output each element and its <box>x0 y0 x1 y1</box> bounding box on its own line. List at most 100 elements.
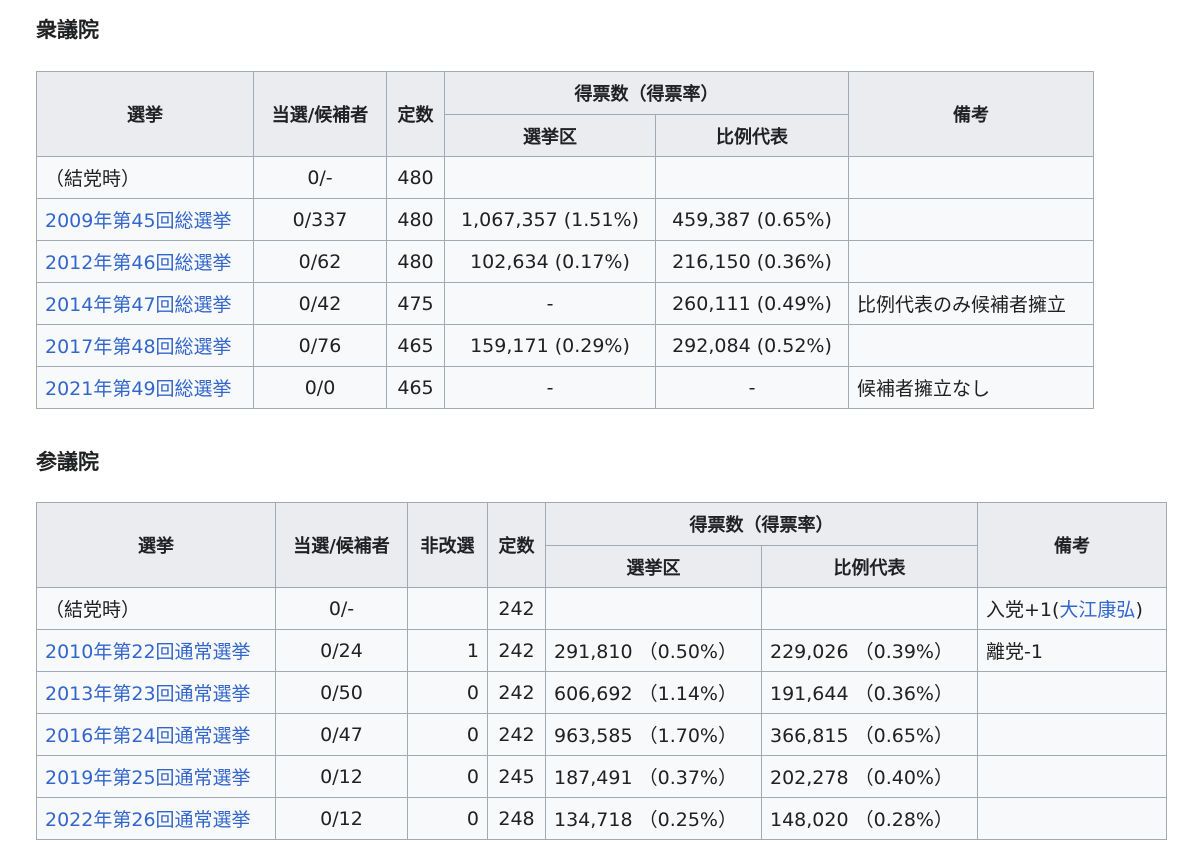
election-link[interactable]: 2012年第46回総選挙 <box>45 252 232 274</box>
election-cell: 2013年第23回通常選挙 <box>36 671 276 714</box>
notes-suffix: ) <box>1135 599 1143 621</box>
notes-cell <box>848 324 1094 367</box>
election-cell: 2022年第26回通常選挙 <box>36 797 276 840</box>
elected-cell: 0/- <box>275 587 408 630</box>
notes-cell <box>977 797 1167 840</box>
table-row: 2013年第23回通常選挙 0/50 0 242 606,692 （1.14%）… <box>36 671 1167 714</box>
notes-cell <box>848 198 1094 241</box>
non-up-cell <box>407 587 488 630</box>
section-title-shugiin: 衆議院 <box>36 18 99 42</box>
district-votes-cell: 606,692 （1.14%） <box>545 671 762 714</box>
elected-cell: 0/337 <box>253 198 387 241</box>
header-elected-candidates: 当選/候補者 <box>253 71 387 157</box>
district-votes-cell: - <box>444 282 656 325</box>
elected-cell: 0/42 <box>253 282 387 325</box>
district-votes-cell: 291,810 （0.50%） <box>545 629 762 672</box>
election-cell: 2009年第45回総選挙 <box>36 198 254 241</box>
table-row: 2009年第45回総選挙 0/337 480 1,067,357 (1.51%)… <box>36 198 1094 241</box>
table-row: 2017年第48回総選挙 0/76 465 159,171 (0.29%) 29… <box>36 324 1094 367</box>
district-votes-cell <box>545 587 762 630</box>
pr-votes-cell: 229,026 （0.39%） <box>761 629 978 672</box>
notes-cell <box>977 671 1167 714</box>
non-up-cell: 0 <box>407 755 488 798</box>
pr-votes-cell <box>655 156 849 199</box>
pr-votes-cell: 459,387 (0.65%) <box>655 198 849 241</box>
header-elected-candidates: 当選/候補者 <box>275 502 408 588</box>
election-cell: 2021年第49回総選挙 <box>36 366 254 409</box>
header-district: 選挙区 <box>545 545 762 588</box>
elected-cell: 0/76 <box>253 324 387 367</box>
election-cell: 2016年第24回通常選挙 <box>36 713 276 756</box>
elected-cell: 0/12 <box>275 797 408 840</box>
seats-cell: 465 <box>386 366 445 409</box>
pr-votes-cell: 202,278 （0.40%） <box>761 755 978 798</box>
elected-cell: 0/0 <box>253 366 387 409</box>
table-row: 2010年第22回通常選挙 0/24 1 242 291,810 （0.50%）… <box>36 629 1167 672</box>
seats-cell: 465 <box>386 324 445 367</box>
seats-cell: 242 <box>487 713 546 756</box>
district-votes-cell: 187,491 （0.37%） <box>545 755 762 798</box>
district-votes-cell: 134,718 （0.25%） <box>545 797 762 840</box>
election-link[interactable]: 2009年第45回総選挙 <box>45 210 232 232</box>
shugiin-results-table: 選挙 当選/候補者 定数 得票数（得票率） 備考 選挙区 比例代表 （結党時） … <box>36 71 1094 409</box>
election-cell: 2010年第22回通常選挙 <box>36 629 276 672</box>
election-cell: 2017年第48回総選挙 <box>36 324 254 367</box>
district-votes-cell <box>444 156 656 199</box>
election-link[interactable]: 2022年第26回通常選挙 <box>45 809 251 831</box>
seats-cell: 242 <box>487 671 546 714</box>
header-non-up: 非改選 <box>407 502 488 588</box>
notes-cell: 候補者擁立なし <box>848 366 1094 409</box>
seats-cell: 242 <box>487 587 546 630</box>
notes-cell <box>977 755 1167 798</box>
election-cell: 2019年第25回通常選挙 <box>36 755 276 798</box>
election-cell: （結党時） <box>36 587 276 630</box>
header-district: 選挙区 <box>444 114 656 157</box>
header-pr: 比例代表 <box>761 545 978 588</box>
election-link[interactable]: 2019年第25回通常選挙 <box>45 767 251 789</box>
notes-cell <box>977 713 1167 756</box>
election-link[interactable]: 2014年第47回総選挙 <box>45 294 232 316</box>
table-row: 2021年第49回総選挙 0/0 465 - - 候補者擁立なし <box>36 366 1094 409</box>
election-link[interactable]: 2021年第49回総選挙 <box>45 378 232 400</box>
seats-cell: 242 <box>487 629 546 672</box>
election-link[interactable]: 2010年第22回通常選挙 <box>45 641 251 663</box>
seats-cell: 480 <box>386 156 445 199</box>
district-votes-cell: - <box>444 366 656 409</box>
pr-votes-cell: 292,084 (0.52%) <box>655 324 849 367</box>
elected-cell: 0/12 <box>275 755 408 798</box>
notes-cell: 比例代表のみ候補者擁立 <box>848 282 1094 325</box>
header-notes: 備考 <box>848 71 1094 157</box>
pr-votes-cell: 216,150 (0.36%) <box>655 240 849 283</box>
seats-cell: 480 <box>386 240 445 283</box>
elected-cell: 0/47 <box>275 713 408 756</box>
notes-prefix: 入党+1( <box>986 599 1060 621</box>
election-link[interactable]: 2013年第23回通常選挙 <box>45 683 251 705</box>
non-up-cell: 1 <box>407 629 488 672</box>
election-link[interactable]: 2017年第48回総選挙 <box>45 336 232 358</box>
election-cell: （結党時） <box>36 156 254 199</box>
elected-cell: 0/- <box>253 156 387 199</box>
district-votes-cell: 102,634 (0.17%) <box>444 240 656 283</box>
notes-cell: 入党+1(大江康弘) <box>977 587 1167 630</box>
non-up-cell: 0 <box>407 713 488 756</box>
header-votes: 得票数（得票率） <box>444 71 849 115</box>
notes-cell: 離党-1 <box>977 629 1167 672</box>
header-seats: 定数 <box>487 502 546 588</box>
header-votes: 得票数（得票率） <box>545 502 978 546</box>
district-votes-cell: 963,585 （1.70%） <box>545 713 762 756</box>
district-votes-cell: 159,171 (0.29%) <box>444 324 656 367</box>
header-notes: 備考 <box>977 502 1167 588</box>
election-link[interactable]: 2016年第24回通常選挙 <box>45 725 251 747</box>
district-votes-cell: 1,067,357 (1.51%) <box>444 198 656 241</box>
notes-cell <box>848 156 1094 199</box>
elected-cell: 0/50 <box>275 671 408 714</box>
person-link[interactable]: 大江康弘 <box>1059 599 1135 621</box>
seats-cell: 480 <box>386 198 445 241</box>
elected-cell: 0/24 <box>275 629 408 672</box>
sangiin-results-table: 選挙 当選/候補者 非改選 定数 得票数（得票率） 備考 選挙区 比例代表 （結… <box>36 502 1167 840</box>
pr-votes-cell: 191,644 （0.36%） <box>761 671 978 714</box>
notes-cell <box>848 240 1094 283</box>
pr-votes-cell: 260,111 (0.49%) <box>655 282 849 325</box>
header-election: 選挙 <box>36 71 254 157</box>
pr-votes-cell <box>761 587 978 630</box>
